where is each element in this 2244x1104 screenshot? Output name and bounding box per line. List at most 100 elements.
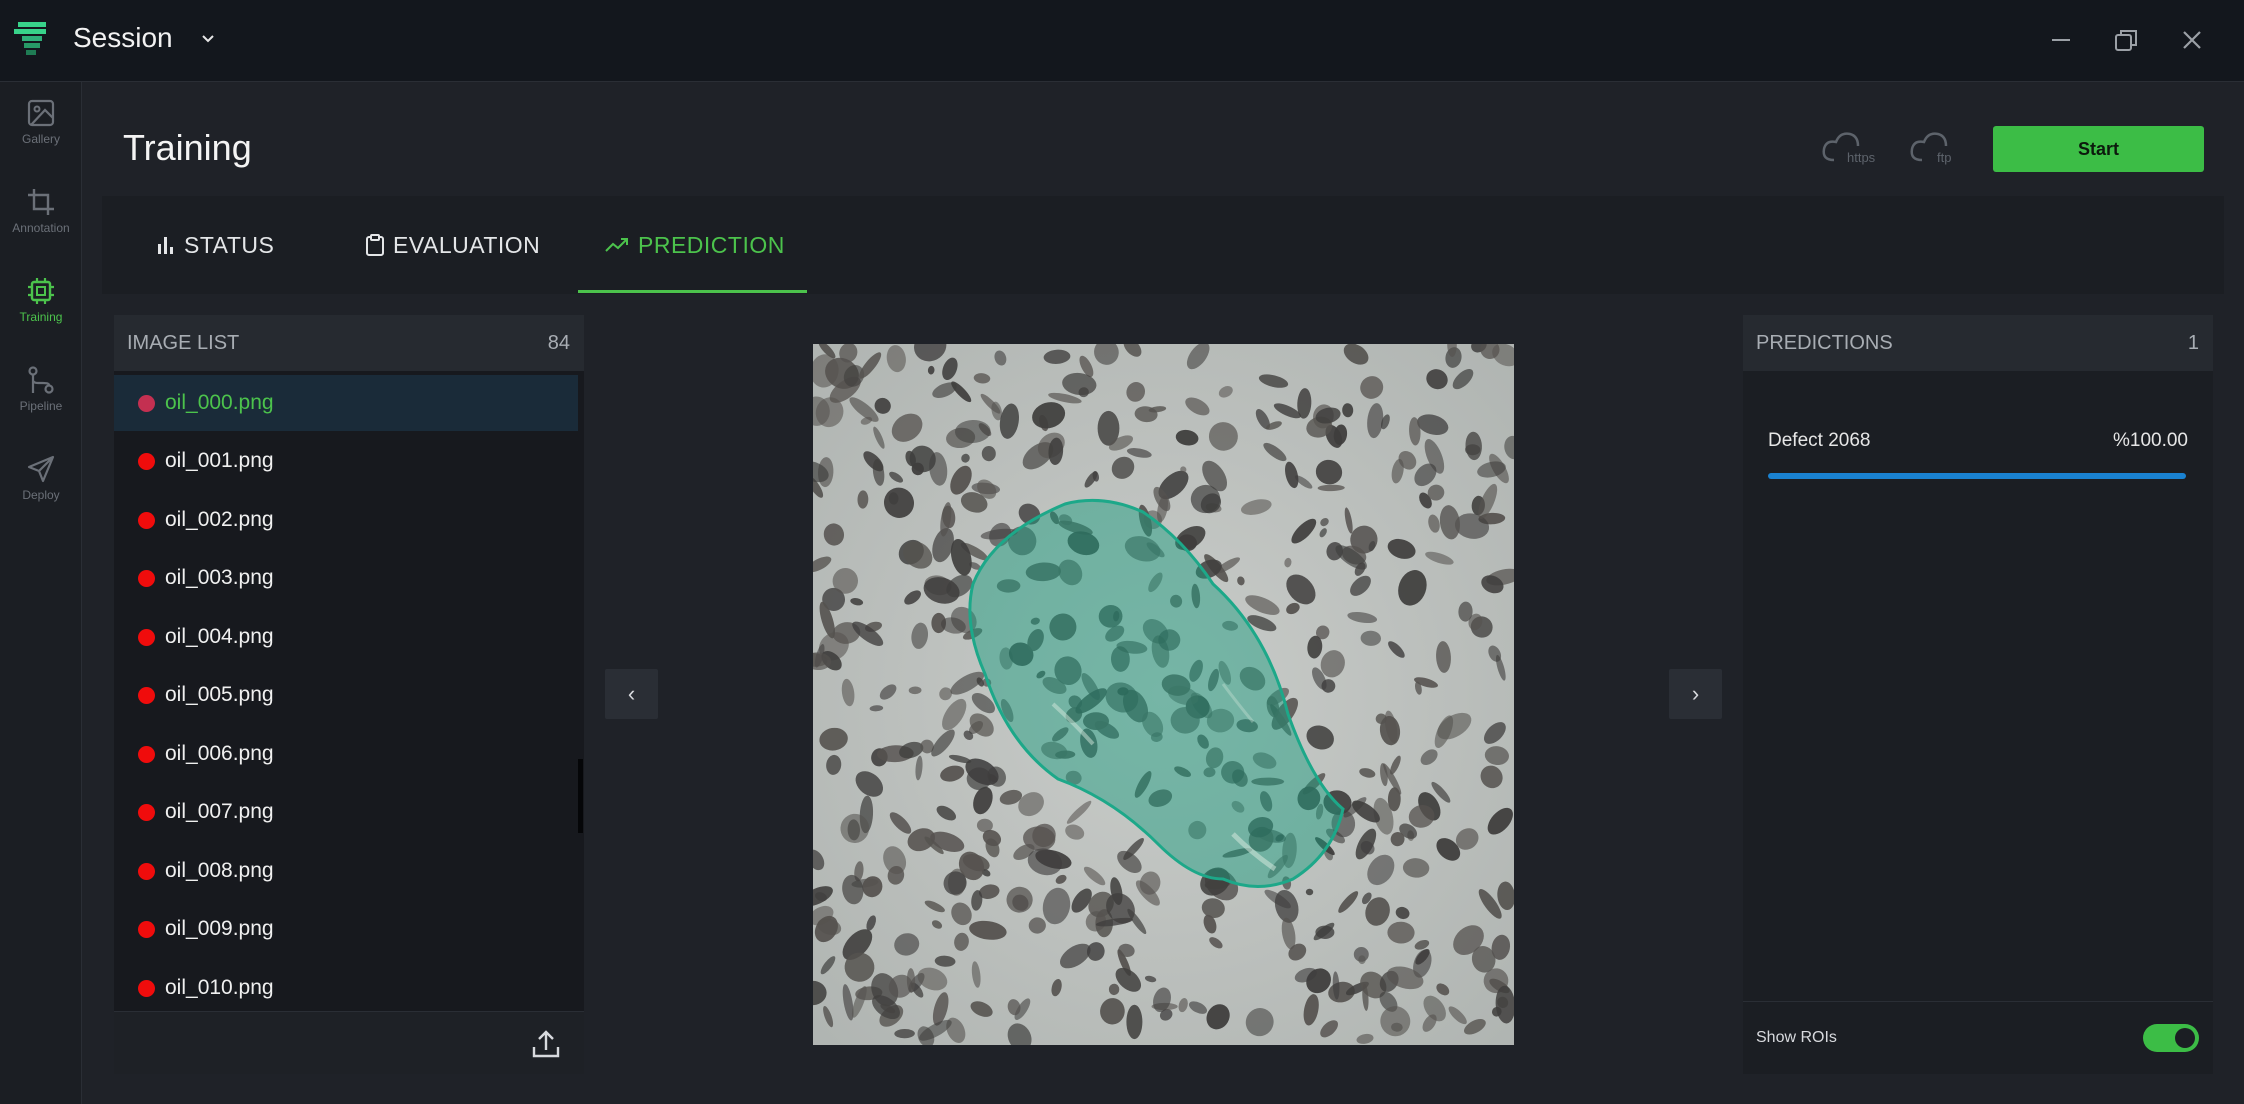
- image-list[interactable]: oil_000.png oil_001.png oil_002.png oil_…: [114, 375, 578, 1015]
- active-tab-indicator: [578, 290, 807, 293]
- predictions-header: PREDICTIONS 1: [1743, 315, 2213, 371]
- cpu-icon: [28, 278, 54, 304]
- crop-icon: [28, 189, 54, 215]
- previous-image-button[interactable]: ‹: [605, 669, 658, 719]
- list-item[interactable]: oil_002.png: [114, 492, 578, 548]
- toggle-knob: [2175, 1028, 2195, 1048]
- status-dot: [138, 628, 155, 646]
- git-branch-icon: [28, 366, 54, 394]
- sidebar-item-training[interactable]: Training: [0, 262, 82, 342]
- list-item-label: oil_003.png: [165, 566, 274, 589]
- predictions-count: 1: [2187, 331, 2199, 354]
- cloud-https-button[interactable]: https: [1820, 128, 1884, 168]
- cloud-icon: ftp: [1910, 132, 1951, 165]
- show-rois-row: Show ROIs: [1743, 1001, 2213, 1074]
- image-list-footer: [114, 1011, 584, 1074]
- tab-label: EVALUATION: [393, 231, 541, 258]
- minimize-icon: [2052, 39, 2070, 41]
- chevron-down-icon[interactable]: [198, 28, 218, 48]
- session-title[interactable]: Session: [73, 22, 173, 54]
- status-dot: [138, 745, 155, 763]
- list-item-label: oil_002.png: [165, 508, 274, 531]
- list-item[interactable]: oil_005.png: [114, 667, 578, 723]
- next-image-button[interactable]: ›: [1669, 669, 1722, 719]
- show-rois-label: Show ROIs: [1756, 1029, 1837, 1046]
- status-dot: [138, 979, 155, 997]
- restore-button[interactable]: [2108, 22, 2144, 58]
- clipboard-icon: [366, 234, 384, 256]
- minimize-button[interactable]: [2043, 22, 2079, 58]
- list-item[interactable]: oil_003.png: [114, 550, 578, 606]
- sidebar-item-deploy[interactable]: Deploy: [0, 440, 82, 520]
- upload-icon[interactable]: [530, 1028, 562, 1060]
- status-dot: [138, 452, 155, 470]
- restore-icon: [2115, 30, 2137, 51]
- tab-bar: STATUS EVALUATION PREDICTION: [102, 196, 2224, 294]
- close-button[interactable]: [2174, 22, 2210, 58]
- list-item[interactable]: oil_008.png: [114, 843, 578, 899]
- list-item-label: oil_004.png: [165, 625, 274, 648]
- list-item[interactable]: oil_000.png: [114, 375, 578, 431]
- status-dot: [138, 511, 155, 529]
- list-item-label: oil_009.png: [165, 917, 274, 940]
- status-dot: [138, 569, 155, 587]
- tab-status[interactable]: STATUS: [156, 196, 274, 294]
- image-list-count: 84: [547, 331, 570, 354]
- sidebar-item-gallery[interactable]: Gallery: [0, 84, 82, 164]
- list-item[interactable]: oil_010.png: [114, 960, 578, 1015]
- list-item-label: oil_006.png: [165, 742, 274, 765]
- app-logo-icon: [14, 22, 46, 55]
- sample-image: [813, 344, 1514, 1045]
- image-list-title: IMAGE LIST: [127, 331, 240, 354]
- image-list-header: IMAGE LIST 84: [114, 315, 584, 371]
- sidebar-item-pipeline[interactable]: Pipeline: [0, 351, 82, 431]
- send-icon: [27, 455, 55, 483]
- trending-up-icon: [605, 238, 628, 252]
- prediction-score: %100.00: [2112, 430, 2188, 451]
- status-dot: [138, 394, 155, 412]
- cloud-ftp-button[interactable]: ftp: [1908, 128, 1972, 168]
- prediction-label: Defect 2068: [1768, 430, 1871, 451]
- prediction-item[interactable]: Defect 2068 %100.00: [1768, 430, 2188, 452]
- sidebar-item-label: Gallery: [21, 132, 60, 146]
- list-item-label: oil_001.png: [165, 449, 274, 472]
- list-item-label: oil_007.png: [165, 800, 274, 823]
- close-icon: [2183, 31, 2201, 49]
- cloud-icon: https: [1822, 132, 1876, 165]
- list-item-label: oil_008.png: [165, 859, 274, 882]
- predictions-title: PREDICTIONS: [1756, 331, 1893, 354]
- image-list-panel: IMAGE LIST 84 oil_000.png oil_001.png oi…: [114, 315, 584, 1074]
- cloud-https-label: https: [1847, 150, 1876, 165]
- prediction-bar: [1768, 473, 2186, 479]
- sidebar-item-annotation[interactable]: Annotation: [0, 173, 82, 253]
- sidebar-item-label: Deploy: [22, 488, 60, 502]
- start-button[interactable]: Start: [1993, 126, 2204, 172]
- list-item[interactable]: oil_001.png: [114, 433, 578, 489]
- sidebar-item-label: Annotation: [12, 221, 70, 235]
- list-item-label: oil_005.png: [165, 683, 274, 706]
- sidebar-item-label: Pipeline: [19, 399, 63, 413]
- prediction-bar-fill: [1768, 473, 2186, 479]
- tab-label: PREDICTION: [638, 231, 785, 258]
- image-viewer[interactable]: [813, 344, 1514, 1045]
- status-dot: [138, 686, 155, 704]
- status-dot: [138, 920, 155, 938]
- scrollbar-thumb[interactable]: [578, 759, 583, 833]
- tab-prediction[interactable]: PREDICTION: [604, 196, 785, 294]
- predictions-panel: PREDICTIONS 1 Defect 2068 %100.00 Show R…: [1743, 315, 2213, 1074]
- cloud-ftp-label: ftp: [1937, 150, 1951, 165]
- list-item[interactable]: oil_004.png: [114, 609, 578, 665]
- list-item-label: oil_000.png: [165, 391, 274, 414]
- list-item[interactable]: oil_009.png: [114, 901, 578, 957]
- sidebar-item-label: Training: [19, 310, 63, 324]
- status-dot: [138, 862, 155, 880]
- sidebar: Gallery Annotation Training Pipeline Dep…: [0, 82, 82, 1104]
- list-item-label: oil_010.png: [165, 976, 274, 999]
- list-item[interactable]: oil_006.png: [114, 726, 578, 782]
- bar-chart-icon: [158, 237, 173, 254]
- title-bar: Session: [0, 0, 2244, 82]
- tab-label: STATUS: [184, 231, 275, 258]
- tab-evaluation[interactable]: EVALUATION: [365, 196, 540, 294]
- list-item[interactable]: oil_007.png: [114, 784, 578, 840]
- show-rois-toggle[interactable]: [2143, 1024, 2199, 1052]
